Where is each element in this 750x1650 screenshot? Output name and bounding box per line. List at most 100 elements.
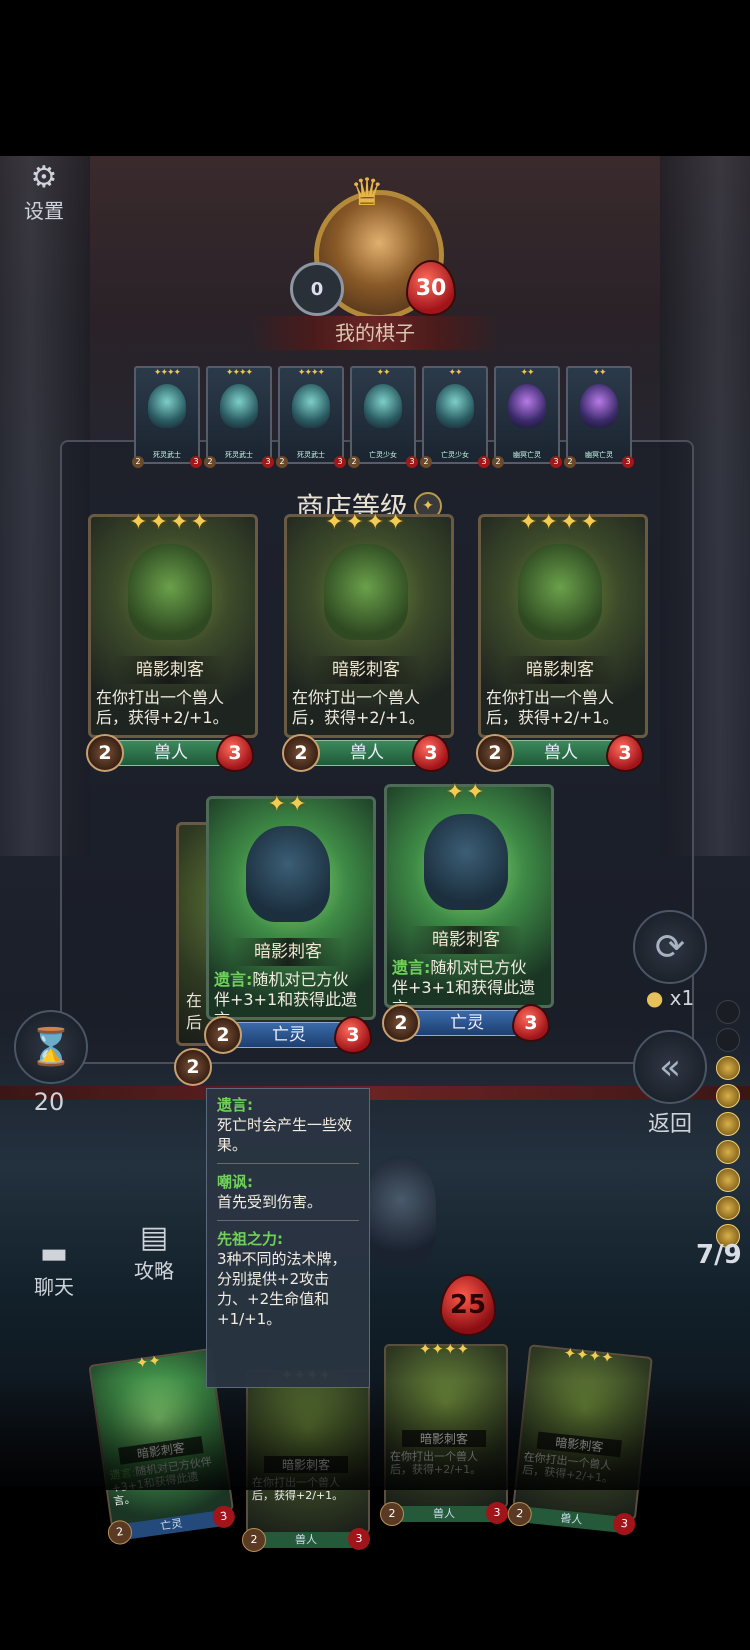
shop-card[interactable]: ✦✦✦✦ 暗影刺客 在你打出一个兽人后，获得+2/+1。 兽人 2 3: [476, 510, 648, 772]
unit-stars: ✦✦: [448, 368, 462, 378]
unit-portrait: [292, 384, 330, 428]
shop-card[interactable]: ✦✦✦✦ 暗影刺客 在你打出一个兽人后，获得+2/+1。 兽人 2 3: [86, 510, 258, 772]
card-stars: ✦✦✦✦: [418, 1340, 470, 1358]
board-unit[interactable]: ✦✦✦✦ 死灵武士 2 3: [132, 366, 202, 468]
coin-icon: ●: [645, 986, 664, 1010]
card-stars: ✦✦: [267, 792, 309, 817]
unit-stars: ✦✦: [376, 368, 390, 378]
unit-name: 死灵武士: [297, 451, 325, 459]
gold-coin-stack: [716, 1000, 740, 1248]
board-unit[interactable]: ✦✦ 幽冥亡灵 2 3: [564, 366, 634, 468]
gold-coin-icon: [716, 1112, 740, 1136]
card-health: 3: [348, 1528, 370, 1550]
unit-attack: 2: [204, 456, 216, 468]
unit-stars: ✦✦: [592, 368, 606, 378]
card-keyword: 遗言:: [214, 970, 253, 989]
card-portrait: [518, 544, 602, 640]
chat-label: 聊天: [34, 1275, 74, 1299]
card-health: 3: [606, 734, 644, 772]
unit-attack: 2: [420, 456, 432, 468]
unit-attack: 2: [276, 456, 288, 468]
tooltip-text: 3种不同的法术牌，分别提供+2攻击力、+2生命值和+1/+1。: [217, 1250, 347, 1328]
card-health: 3: [216, 734, 254, 772]
unit-health: 3: [334, 456, 346, 468]
card-portrait: [324, 544, 408, 640]
card-effect-text: 在你打出一个兽人后，获得+2/+1。: [96, 688, 229, 727]
shop-card[interactable]: ✦✦暗影刺客遗言:随机对已方伙伴+3+1和获得此遗言。亡灵23: [382, 780, 554, 1042]
card-health: 3: [334, 1016, 372, 1054]
book-icon: ▤: [139, 1220, 169, 1255]
unit-name: 幽冥亡灵: [513, 451, 541, 459]
guide-button[interactable]: ▤ 攻略: [124, 1220, 184, 1284]
card-attack: 2: [204, 1016, 242, 1054]
unit-portrait: [364, 384, 402, 428]
unit-name: 死灵武士: [225, 451, 253, 459]
gold-coin-icon: [716, 1196, 740, 1220]
card-health: 3: [486, 1502, 508, 1524]
card-attack: 2: [242, 1528, 266, 1552]
card-attack: 2: [476, 734, 514, 772]
board-units: ✦✦✦✦ 死灵武士 2 3 ✦✦✦✦ 死灵武士 2 3 ✦✦✦✦ 死灵武士 2 3 ✦✦ 亡灵少女 2 3 ✦✦…: [132, 366, 634, 468]
card-health: 3: [512, 1004, 550, 1042]
gold-coin-icon: [716, 1056, 740, 1080]
unit-stars: ✦✦✦✦: [153, 368, 181, 378]
card-stars: ✦✦✦✦: [519, 510, 601, 535]
gear-icon: ⚙: [30, 160, 58, 195]
card-description: 在你打出一个兽人后，获得+2/+1。: [486, 688, 634, 728]
card-stars: ✦✦✦✦: [325, 510, 407, 535]
card-description: 在你打出一个兽人后，获得+2/+1。: [96, 688, 244, 728]
tooltip-section: 先祖之力: 3种不同的法术牌，分别提供+2攻击力、+2生命值和+1/+1。: [217, 1229, 359, 1337]
unit-attack: 2: [492, 456, 504, 468]
unit-health: 3: [262, 456, 274, 468]
gold-counter: 7/9: [696, 1240, 742, 1270]
card-stars: ✦✦✦✦: [129, 510, 211, 535]
gold-coin-icon: [716, 1140, 740, 1164]
card-keyword: 遗言:: [392, 958, 431, 977]
card-name: 暗影刺客: [232, 938, 344, 966]
card-name: 暗影刺客: [114, 656, 226, 684]
card-attack: 2: [174, 1048, 212, 1086]
player-hero[interactable]: ♛ 0 30: [290, 170, 456, 320]
unit-name: 亡灵少女: [369, 451, 397, 459]
settings-button[interactable]: ⚙ 设置: [14, 160, 74, 224]
tooltip-text: 死亡时会产生一些效果。: [217, 1116, 353, 1154]
gold-coin-icon: [716, 1168, 740, 1192]
card-attack: 2: [380, 1502, 404, 1526]
tooltip-section: 遗言: 死亡时会产生一些效果。: [217, 1095, 359, 1164]
board-unit[interactable]: ✦✦ 亡灵少女 2 3: [348, 366, 418, 468]
tooltip-keyword: 嘲讽:: [217, 1173, 253, 1191]
settings-label: 设置: [24, 199, 64, 223]
unit-health: 3: [622, 456, 634, 468]
card-description: 在你打出一个兽人后，获得+2/+1。: [292, 688, 440, 728]
chat-button[interactable]: ▬ 聊天: [24, 1236, 84, 1300]
back-arrow-icon: «: [633, 1030, 707, 1104]
back-button[interactable]: « 返回: [630, 1030, 710, 1138]
unit-stars: ✦✦✦✦: [225, 368, 253, 378]
card-health: 3: [412, 734, 450, 772]
board-unit[interactable]: ✦✦ 幽冥亡灵 2 3: [492, 366, 562, 468]
refresh-cost: ● x1: [630, 986, 710, 1010]
card-name: 暗影刺客: [504, 656, 616, 684]
shop-card[interactable]: ✦✦暗影刺客遗言:随机对已方伙伴+3+1和获得此遗言。亡灵23: [204, 792, 376, 1054]
board-unit[interactable]: ✦✦ 亡灵少女 2 3: [420, 366, 490, 468]
gold-coin-icon: [716, 1028, 740, 1052]
gold-coin-icon: [716, 1084, 740, 1108]
tooltip-keyword: 遗言:: [217, 1096, 253, 1114]
hourglass-icon: ⌛: [14, 1010, 88, 1084]
card-stars: ✦✦: [445, 780, 487, 805]
unit-name: 幽冥亡灵: [585, 451, 613, 459]
tooltip-keyword: 先祖之力:: [217, 1230, 283, 1248]
card-attack: 2: [282, 734, 320, 772]
card-tribe: 兽人: [258, 1532, 354, 1548]
unit-portrait: [148, 384, 186, 428]
card-tribe: 兽人: [396, 1506, 492, 1522]
unit-health: 3: [406, 456, 418, 468]
board-unit[interactable]: ✦✦✦✦ 死灵武士 2 3: [276, 366, 346, 468]
card-name: 暗影刺客: [310, 656, 422, 684]
card-desc-peek: 在后: [186, 991, 203, 1032]
board-unit[interactable]: ✦✦✦✦ 死灵武士 2 3: [204, 366, 274, 468]
unit-stars: ✦✦: [520, 368, 534, 378]
bottom-fade: [0, 1380, 750, 1490]
refresh-button[interactable]: ⟳ ● x1: [630, 910, 710, 1010]
shop-card[interactable]: ✦✦✦✦ 暗影刺客 在你打出一个兽人后，获得+2/+1。 兽人 2 3: [282, 510, 454, 772]
